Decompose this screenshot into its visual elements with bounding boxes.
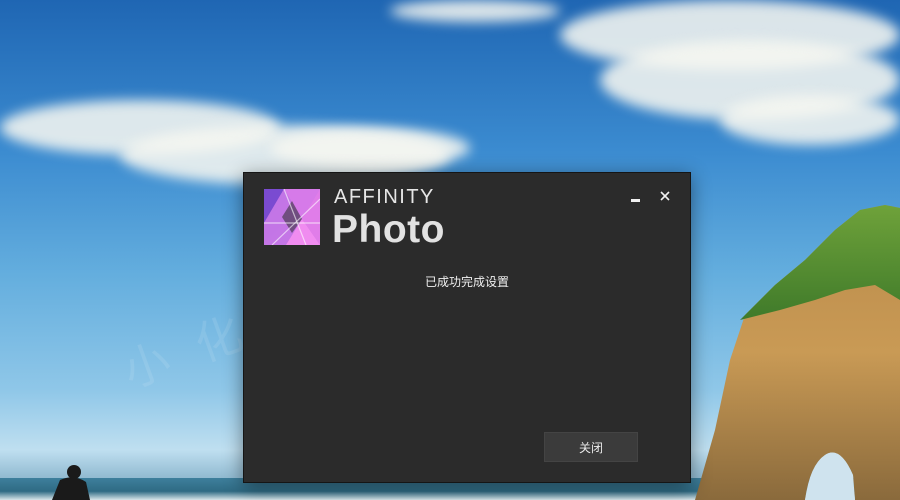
close-icon [660,191,670,201]
close-window-button[interactable] [654,185,676,207]
cloud [390,0,560,22]
cloud [720,95,900,145]
affinity-photo-logo-icon [264,189,320,245]
brand-name-affinity: AFFINITY [334,186,435,208]
status-message: 已成功完成设置 [424,275,509,289]
rock-arch [695,205,900,500]
close-button[interactable]: 关闭 [544,432,638,462]
person-silhouette [52,465,90,500]
setup-complete-dialog: AFFINITY Photo 已成功完成设置 关闭 [243,172,691,483]
cloud [270,128,470,168]
watermark: 小 化 [115,303,257,399]
minimize-icon [630,198,640,202]
minimize-button[interactable] [624,185,646,207]
desktop-wallpaper: 小 化 AFFINITY Photo 已成功完成设置 关闭 [0,0,900,500]
brand-name-photo: Photo [332,208,445,251]
